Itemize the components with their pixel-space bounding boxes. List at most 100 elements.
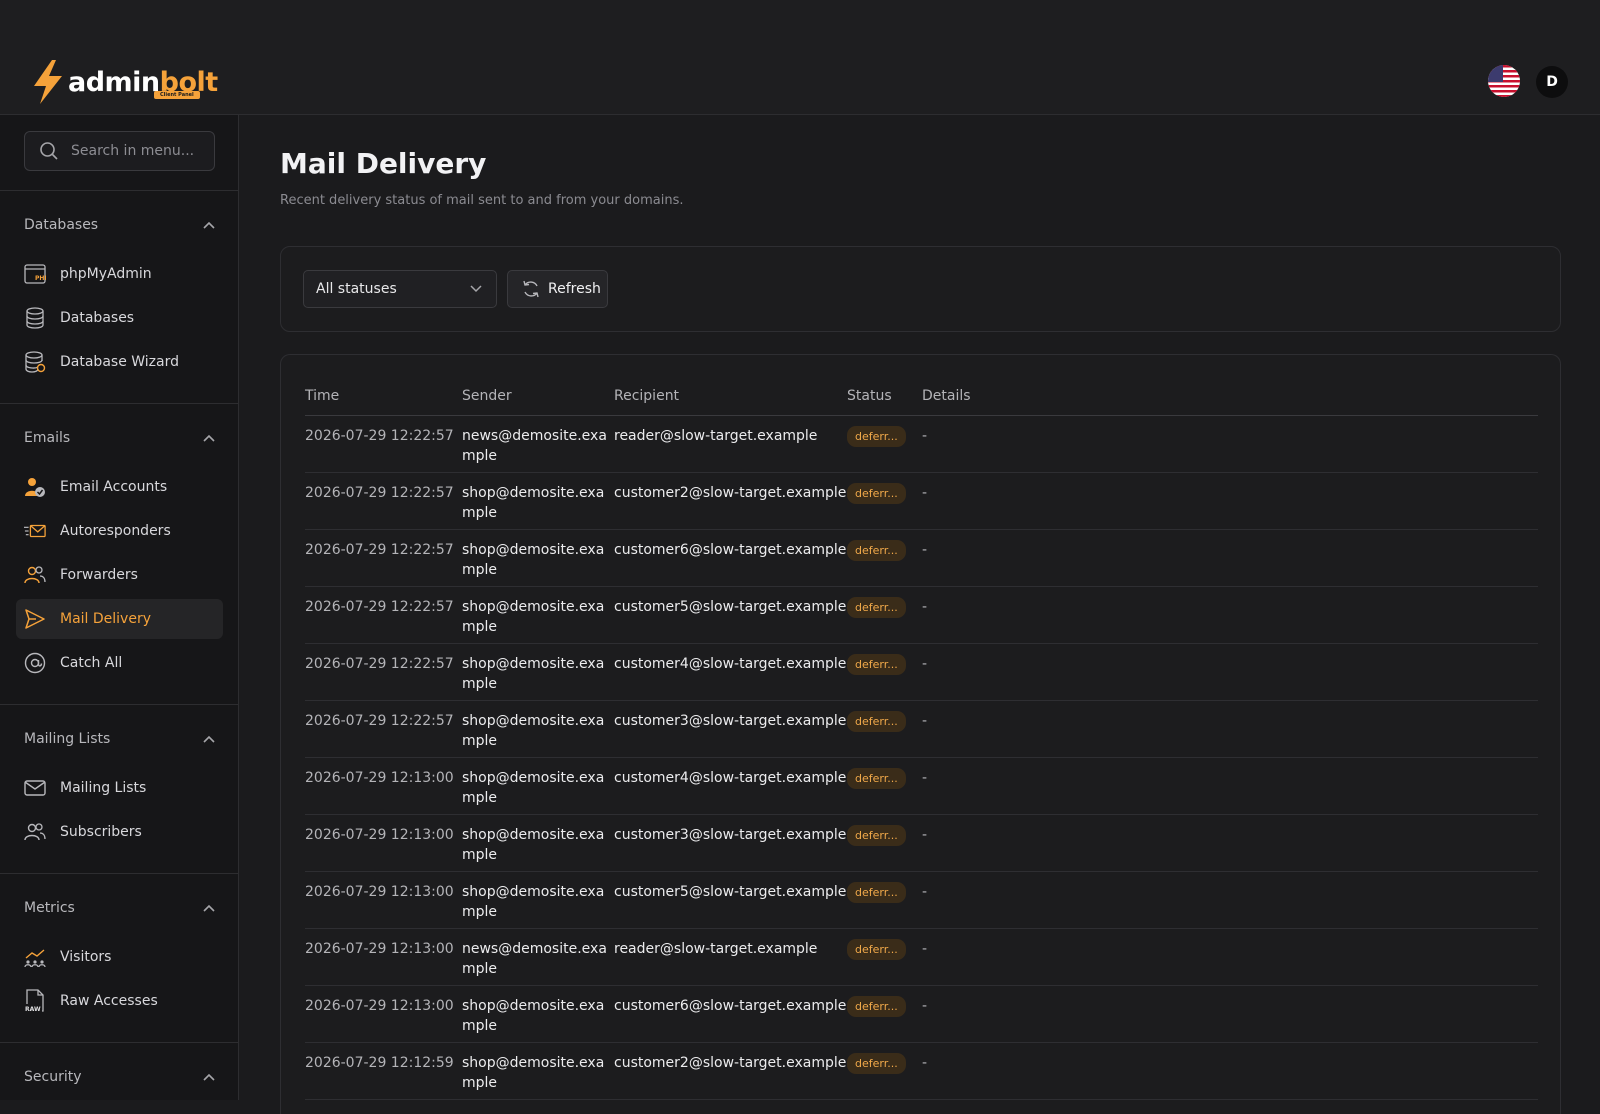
status-badge: deferr... — [847, 1052, 906, 1074]
refresh-label: Refresh — [548, 281, 601, 297]
user-avatar[interactable]: D — [1536, 66, 1568, 98]
sidebar-item-databases[interactable]: Databases — [16, 298, 223, 338]
status-badge: deferr... — [847, 881, 906, 903]
sidebar-item-catch-all[interactable]: Catch All — [16, 643, 223, 683]
time-cell: 2026-07-29 12:22:57 — [305, 586, 462, 644]
sender-cell: shop@demosite.example — [462, 586, 614, 644]
sender-cell: shop@demosite.example — [462, 1042, 614, 1100]
status-badge: deferr... — [847, 482, 906, 504]
status-filter-select[interactable]: All statuses — [303, 270, 497, 308]
details-cell: - — [922, 643, 1538, 701]
forwarders-icon — [24, 564, 46, 586]
table-body: 2026-07-29 12:22:57 news@demosite.example… — [305, 415, 1538, 1100]
status-cell: deferr... — [847, 757, 922, 815]
at-icon — [24, 652, 46, 674]
table-row[interactable]: 2026-07-29 12:13:00 shop@demosite.example… — [305, 985, 1538, 1043]
column-header-details[interactable]: Details — [922, 385, 1538, 416]
status-cell: deferr... — [847, 529, 922, 587]
sidebar-item-raw-accesses[interactable]: RAW Raw Accesses — [16, 981, 223, 1021]
logo[interactable]: adminbolt Client Panel — [30, 60, 218, 104]
column-header-sender[interactable]: Sender — [462, 385, 614, 416]
section-emails[interactable]: Emails — [24, 428, 215, 448]
time-cell: 2026-07-29 12:13:00 — [305, 757, 462, 815]
search-input[interactable] — [71, 143, 201, 159]
subscribers-icon — [24, 821, 46, 843]
page-title: Mail Delivery — [280, 147, 487, 180]
section-mailing-lists[interactable]: Mailing Lists — [24, 729, 215, 749]
table-row[interactable]: 2026-07-29 12:13:00 shop@demosite.example… — [305, 871, 1538, 929]
sidebar-item-mailing-lists[interactable]: Mailing Lists — [16, 768, 223, 808]
table-row[interactable]: 2026-07-29 12:22:57 shop@demosite.example… — [305, 643, 1538, 701]
us-flag-icon[interactable] — [1488, 65, 1520, 97]
table-row[interactable]: 2026-07-29 12:22:57 shop@demosite.example… — [305, 586, 1538, 644]
phpmyadmin-icon: PHP — [24, 263, 46, 285]
table-row[interactable]: 2026-07-29 12:13:00 news@demosite.example… — [305, 928, 1538, 986]
section-metrics[interactable]: Metrics — [24, 898, 215, 918]
time-cell: 2026-07-29 12:12:59 — [305, 1042, 462, 1100]
time-cell: 2026-07-29 12:22:57 — [305, 643, 462, 701]
status-cell: deferr... — [847, 586, 922, 644]
section-security[interactable]: Security — [24, 1067, 215, 1087]
time-cell: 2026-07-29 12:22:57 — [305, 472, 462, 530]
table-row[interactable]: 2026-07-29 12:22:57 shop@demosite.example… — [305, 472, 1538, 530]
recipient-cell: customer2@slow-target.example — [614, 472, 847, 530]
recipient-cell: customer5@slow-target.example — [614, 871, 847, 929]
sidebar-item-phpmyadmin[interactable]: PHP phpMyAdmin — [16, 254, 223, 294]
section-title: Metrics — [24, 900, 75, 916]
section-title: Databases — [24, 217, 99, 233]
table-row[interactable]: 2026-07-29 12:22:57 shop@demosite.example… — [305, 700, 1538, 758]
recipient-cell: customer6@slow-target.example — [614, 985, 847, 1043]
menu-search[interactable] — [24, 131, 215, 171]
sender-cell: news@demosite.example — [462, 415, 614, 473]
recipient-cell: customer3@slow-target.example — [614, 814, 847, 872]
sidebar-item-visitors[interactable]: Visitors — [16, 937, 223, 977]
status-badge: deferr... — [847, 653, 906, 675]
sidebar-item-autoresponders[interactable]: Autoresponders — [16, 511, 223, 551]
table-header-row: Time Sender Recipient Status Details — [305, 385, 1538, 416]
sender-cell: shop@demosite.example — [462, 529, 614, 587]
refresh-icon — [523, 280, 539, 298]
time-cell: 2026-07-29 12:13:00 — [305, 814, 462, 872]
sidebar-item-mail-delivery[interactable]: Mail Delivery — [16, 599, 223, 639]
status-cell: deferr... — [847, 985, 922, 1043]
column-header-time[interactable]: Time — [305, 385, 462, 416]
refresh-button[interactable]: Refresh — [507, 270, 608, 308]
sidebar-item-subscribers[interactable]: Subscribers — [16, 812, 223, 852]
send-icon — [24, 608, 46, 630]
status-cell: deferr... — [847, 700, 922, 758]
time-cell: 2026-07-29 12:13:00 — [305, 985, 462, 1043]
column-header-status[interactable]: Status — [847, 385, 922, 416]
chevron-up-icon — [203, 735, 215, 743]
delivery-table-card: Time Sender Recipient Status Details 202… — [280, 354, 1561, 1114]
sidebar-item-forwarders[interactable]: Forwarders — [16, 555, 223, 595]
table-row[interactable]: 2026-07-29 12:22:57 shop@demosite.example… — [305, 529, 1538, 587]
status-cell: deferr... — [847, 814, 922, 872]
details-cell: - — [922, 871, 1538, 929]
status-badge: deferr... — [847, 995, 906, 1017]
top-bar: adminbolt Client Panel D — [0, 0, 1600, 115]
details-cell: - — [922, 415, 1538, 473]
sidebar-item-database-wizard[interactable]: Database Wizard — [16, 342, 223, 382]
divider — [0, 403, 239, 404]
svg-text:PHP: PHP — [35, 275, 46, 282]
table-row[interactable]: 2026-07-29 12:22:57 news@demosite.example… — [305, 415, 1538, 473]
filter-card: All statuses Refresh — [280, 246, 1561, 332]
details-cell: - — [922, 985, 1538, 1043]
table-row[interactable]: 2026-07-29 12:12:59 shop@demosite.example… — [305, 1042, 1538, 1100]
column-header-recipient[interactable]: Recipient — [614, 385, 847, 416]
sender-cell: news@demosite.example — [462, 928, 614, 986]
visitors-icon — [24, 946, 46, 968]
divider — [0, 704, 239, 705]
sidebar: Databases PHP phpMyAdmin Databases Datab… — [0, 115, 239, 1100]
recipient-cell: reader@slow-target.example — [614, 928, 847, 986]
section-title: Mailing Lists — [24, 731, 111, 747]
details-cell: - — [922, 757, 1538, 815]
table-row[interactable]: 2026-07-29 12:13:00 shop@demosite.example… — [305, 757, 1538, 815]
sidebar-item-email-accounts[interactable]: Email Accounts — [16, 467, 223, 507]
raw-file-icon: RAW — [24, 989, 46, 1013]
chevron-down-icon — [470, 285, 482, 293]
chevron-up-icon — [203, 1073, 215, 1081]
status-badge: deferr... — [847, 425, 906, 447]
table-row[interactable]: 2026-07-29 12:13:00 shop@demosite.example… — [305, 814, 1538, 872]
section-databases[interactable]: Databases — [24, 215, 215, 235]
